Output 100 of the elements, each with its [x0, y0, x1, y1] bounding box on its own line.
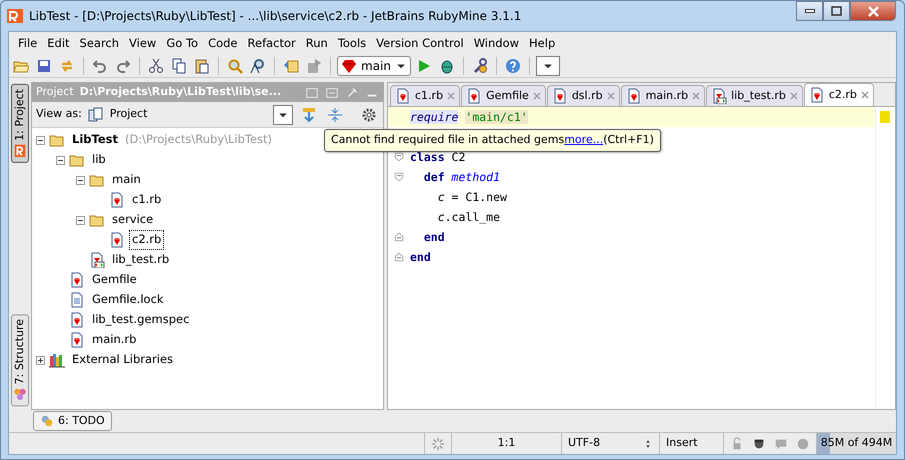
- menu-item[interactable]: Version Control: [371, 32, 469, 54]
- close-tab-icon[interactable]: [790, 92, 798, 100]
- editor-tab[interactable]: lib_test.rb: [706, 85, 803, 106]
- menu-item[interactable]: Refactor: [242, 32, 301, 54]
- tab-label: c2.rb: [828, 86, 857, 103]
- updown-icon: [643, 438, 653, 450]
- help-icon: [504, 58, 521, 74]
- structure-icon: [13, 387, 27, 401]
- menu-item[interactable]: Search: [74, 32, 124, 54]
- tree-item[interactable]: lib_test.rb: [109, 250, 172, 270]
- menu-item[interactable]: Help: [524, 32, 560, 54]
- insert-mode[interactable]: Insert: [659, 433, 723, 454]
- tree-item[interactable]: lib_test.gemspec: [89, 310, 192, 330]
- tab-label: Gemfile: [486, 88, 529, 104]
- status-dot-icon: [796, 436, 810, 450]
- menu-item[interactable]: Code: [203, 32, 243, 54]
- ruby-test-file-icon: [711, 88, 728, 104]
- redo-icon: [115, 58, 131, 74]
- ruby-file-icon: [109, 232, 125, 248]
- editor-tab[interactable]: dsl.rb: [546, 85, 620, 106]
- editor-tab[interactable]: c1.rb: [390, 85, 460, 106]
- run-configuration-dropdown[interactable]: main: [337, 56, 411, 76]
- fold-end-icon[interactable]: [393, 231, 405, 243]
- editor-tab[interactable]: c2.rb: [804, 83, 874, 106]
- forward-icon: [306, 58, 322, 74]
- code-line: c.call_me: [436, 209, 500, 226]
- code-line: end: [422, 229, 445, 246]
- project-view-icon: [88, 106, 104, 122]
- more-link[interactable]: more...: [564, 133, 604, 146]
- toolbar-dropdown-button[interactable]: [536, 56, 560, 76]
- close-button[interactable]: [850, 1, 896, 21]
- ruby-file-icon: [808, 87, 825, 103]
- search-icon: [227, 58, 243, 74]
- debug-icon: [438, 58, 455, 74]
- app-logo-icon: [7, 8, 23, 24]
- fold-start-icon[interactable]: [393, 171, 405, 183]
- settings-icon: [361, 106, 377, 122]
- close-tab-icon[interactable]: [532, 92, 541, 100]
- tree-item[interactable]: External Libraries: [69, 350, 176, 370]
- side-tab[interactable]: 1: Project: [11, 84, 29, 163]
- view-dropdown-button[interactable]: [273, 104, 293, 124]
- tree-item[interactable]: service: [109, 210, 156, 230]
- side-tab[interactable]: 7: Structure: [11, 314, 29, 406]
- tree-item[interactable]: c2.rb: [129, 230, 164, 250]
- tree-item[interactable]: c1.rb: [129, 190, 164, 210]
- project-icon: [13, 144, 27, 158]
- collapse-icon[interactable]: [76, 176, 85, 184]
- cut-icon: [148, 58, 164, 74]
- tree-item[interactable]: LibTest: [69, 130, 121, 150]
- tab-label: lib_test.rb: [731, 88, 786, 104]
- code-line: c = C1.new: [436, 189, 507, 206]
- fold-start-icon[interactable]: [393, 151, 405, 163]
- menu-item[interactable]: Run: [300, 32, 333, 54]
- back-icon: [283, 58, 299, 74]
- tree-item[interactable]: Gemfile.lock: [89, 290, 167, 310]
- view-as-label: View as:: [36, 106, 82, 122]
- tree-item[interactable]: main.rb: [89, 330, 140, 350]
- minimize-button[interactable]: [796, 1, 823, 21]
- dock-icon[interactable]: [325, 86, 339, 100]
- ruby-file-icon: [395, 88, 411, 104]
- collapse-all-icon: [327, 106, 343, 122]
- tree-item[interactable]: Gemfile: [89, 270, 140, 290]
- ruby-file-icon: [626, 88, 642, 104]
- undo-icon: [92, 58, 108, 74]
- memory-indicator[interactable]: 85M of 494M: [816, 433, 896, 454]
- tab-label: c1.rb: [415, 88, 444, 104]
- menu-item[interactable]: View: [124, 32, 162, 54]
- close-icon: [868, 6, 878, 16]
- menu-item[interactable]: Edit: [42, 32, 75, 54]
- close-tab-icon[interactable]: [606, 92, 615, 100]
- tree-item[interactable]: main: [109, 170, 144, 190]
- save-icon: [36, 58, 52, 74]
- expand-icon[interactable]: [36, 356, 45, 364]
- replace-icon: [250, 58, 266, 74]
- tab-label: dsl.rb: [572, 88, 603, 104]
- todo-tab[interactable]: 6: TODO: [33, 410, 112, 432]
- cursor-position[interactable]: 1:1: [451, 433, 561, 454]
- menu-item[interactable]: File: [13, 32, 42, 54]
- menu-item[interactable]: Window: [468, 32, 524, 54]
- copy-icon: [171, 58, 187, 74]
- code-line: end: [410, 249, 431, 266]
- close-tab-icon[interactable]: [860, 91, 869, 99]
- tree-item[interactable]: lib: [89, 150, 109, 170]
- editor-tab[interactable]: Gemfile: [461, 85, 546, 106]
- collapse-icon[interactable]: [56, 156, 65, 164]
- close-tab-icon[interactable]: [692, 92, 700, 100]
- encoding-selector[interactable]: UTF-8: [561, 433, 659, 454]
- ruby-file-icon: [69, 332, 85, 348]
- project-path: (D:\Projects\Ruby\LibTest): [124, 131, 272, 148]
- collapse-icon[interactable]: [36, 136, 45, 144]
- close-tab-icon[interactable]: [447, 92, 456, 100]
- menu-item[interactable]: Go To: [161, 32, 204, 54]
- ruby-file-icon: [466, 88, 482, 104]
- float-icon[interactable]: [305, 86, 319, 100]
- menu-item[interactable]: Tools: [332, 32, 372, 54]
- editor-tab[interactable]: main.rb: [620, 85, 706, 106]
- fold-end-icon[interactable]: [393, 251, 405, 263]
- code-line: class C2: [410, 149, 466, 166]
- collapse-icon[interactable]: [76, 216, 85, 224]
- maximize-button[interactable]: [823, 1, 850, 21]
